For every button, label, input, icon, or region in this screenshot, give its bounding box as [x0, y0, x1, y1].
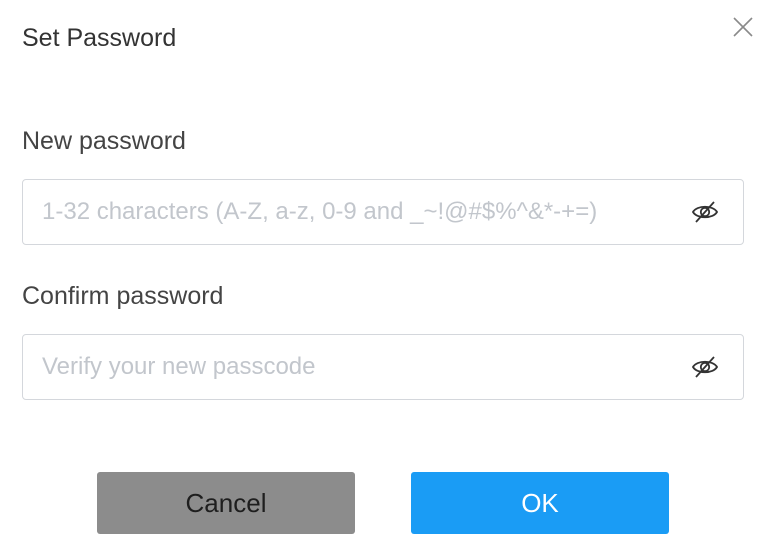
- confirm-password-input[interactable]: [23, 335, 683, 399]
- new-password-label: New password: [22, 127, 186, 155]
- new-password-field-container: [22, 179, 744, 245]
- ok-button[interactable]: OK: [411, 472, 669, 534]
- confirm-password-label: Confirm password: [22, 282, 224, 310]
- eye-off-icon[interactable]: [691, 354, 719, 380]
- cancel-button[interactable]: Cancel: [97, 472, 355, 534]
- close-icon[interactable]: [729, 13, 757, 41]
- set-password-dialog: Set Password New password Confirm passwo…: [0, 0, 759, 534]
- dialog-title: Set Password: [22, 24, 177, 52]
- confirm-password-field-container: [22, 334, 744, 400]
- new-password-input[interactable]: [23, 180, 683, 244]
- eye-off-icon[interactable]: [691, 199, 719, 225]
